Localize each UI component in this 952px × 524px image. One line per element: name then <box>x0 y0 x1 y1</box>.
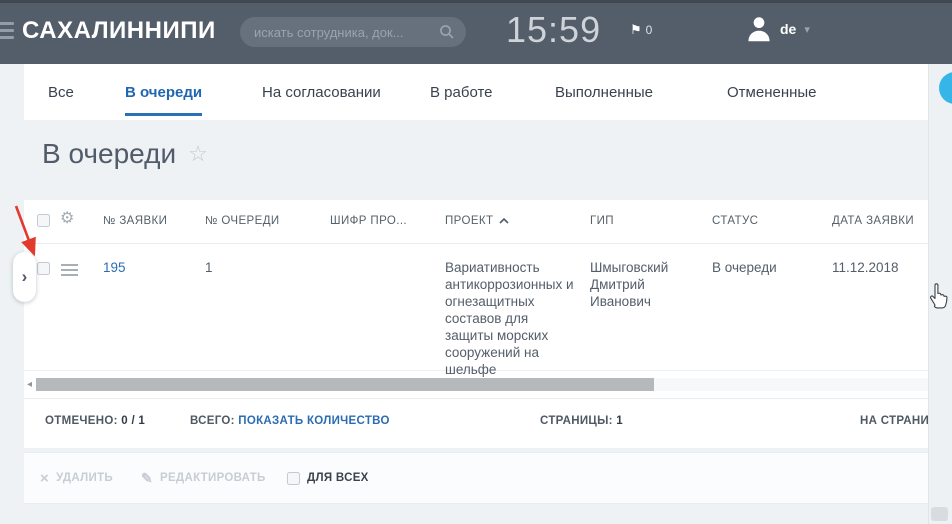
tab-on-approval[interactable]: На согласовании <box>262 64 381 120</box>
chevron-down-icon: ▾ <box>804 23 810 36</box>
pages-value: 1 <box>616 415 623 427</box>
checked-label: ОТМЕЧЕНО: <box>45 415 118 427</box>
user-menu[interactable]: de ▾ <box>746 15 810 43</box>
logo[interactable]: САХАЛИННИПИ <box>22 17 216 45</box>
row-actions-menu-icon[interactable] <box>61 264 78 279</box>
requests-grid: ⚙ № ЗАЯВКИ № ОЧЕРЕДИ ШИФР ПРО... ПРОЕКТ … <box>24 200 928 448</box>
tab-in-progress[interactable]: В работе <box>430 64 493 120</box>
sort-asc-icon <box>499 215 509 227</box>
edit-pencil-icon: ✎ <box>141 471 153 485</box>
column-cipher[interactable]: ШИФР ПРО... <box>330 215 407 227</box>
tab-completed[interactable]: Выполненные <box>555 64 653 120</box>
total-counter: ВСЕГО: ПОКАЗАТЬ КОЛИЧЕСТВО <box>190 415 390 427</box>
menu-icon[interactable] <box>0 22 14 43</box>
notification-count: 0 <box>646 23 653 37</box>
grid-header-row: ⚙ № ЗАЯВКИ № ОЧЕРЕДИ ШИФР ПРО... ПРОЕКТ … <box>24 200 928 244</box>
flag-icon: ⚑ <box>630 22 642 38</box>
chevron-right-icon: › <box>22 267 28 287</box>
scrollbar-track[interactable] <box>36 378 928 391</box>
right-gutter <box>928 64 952 524</box>
page-title-row: В очереди ☆ <box>42 138 208 170</box>
column-project[interactable]: ПРОЕКТ <box>445 215 509 227</box>
delete-button[interactable]: × УДАЛИТЬ <box>40 453 113 503</box>
tab-cancelled[interactable]: Отмененные <box>727 64 817 120</box>
show-count-link[interactable]: ПОКАЗАТЬ КОЛИЧЕСТВО <box>238 415 389 427</box>
table-row[interactable]: 195 1 Вариативность антикоррозионных и о… <box>24 245 928 371</box>
delete-label: УДАЛИТЬ <box>56 472 113 484</box>
delete-x-icon: × <box>40 471 49 486</box>
tab-label: Выполненные <box>555 84 653 101</box>
app-window: САХАЛИННИПИ 15:59 ⚑ 0 de ▾ Все В очереди… <box>0 0 952 524</box>
checked-value: 0 / 1 <box>121 415 145 427</box>
clock: 15:59 <box>506 9 601 51</box>
per-page-label[interactable]: НА СТРАНИЦ <box>860 415 928 427</box>
search-input[interactable] <box>254 17 432 47</box>
checked-counter: ОТМЕЧЕНО: 0 / 1 <box>45 415 145 427</box>
tab-label: В очереди <box>125 84 202 101</box>
user-name: de <box>780 21 796 37</box>
cell-status: В очереди <box>712 259 777 276</box>
bulk-actions-bar: × УДАЛИТЬ ✎ РЕДАКТИРОВАТЬ ДЛЯ ВСЕХ <box>24 452 928 504</box>
scrollbar-thumb[interactable] <box>36 378 654 391</box>
column-request-no[interactable]: № ЗАЯВКИ <box>103 215 167 227</box>
grid-settings-gear-icon[interactable]: ⚙ <box>60 211 74 227</box>
cell-request-no[interactable]: 195 <box>103 259 126 276</box>
row-checkbox[interactable] <box>37 262 50 275</box>
filter-tabs: Все В очереди На согласовании В работе В… <box>24 64 928 120</box>
column-status[interactable]: СТАТУС <box>712 215 758 227</box>
for-all-toggle[interactable]: ДЛЯ ВСЕХ <box>287 453 369 503</box>
cell-project: Вариативность антикоррозионных и огнезащ… <box>445 259 579 378</box>
edit-label: РЕДАКТИРОВАТЬ <box>160 472 266 484</box>
vertical-scrollbar-thumb[interactable] <box>931 507 948 521</box>
select-all-checkbox[interactable] <box>37 214 50 227</box>
scroll-left-icon[interactable]: ◂ <box>27 379 32 390</box>
edit-button[interactable]: ✎ РЕДАКТИРОВАТЬ <box>141 453 266 503</box>
cell-date: 11.12.2018 <box>832 259 899 276</box>
column-gip[interactable]: ГИП <box>590 215 614 227</box>
favorite-star-icon[interactable]: ☆ <box>188 141 208 167</box>
pages-counter: СТРАНИЦЫ: 1 <box>540 415 623 427</box>
for-all-checkbox[interactable] <box>287 472 300 485</box>
pages-label: СТРАНИЦЫ: <box>540 415 613 427</box>
tab-label: В работе <box>430 84 493 101</box>
top-header: САХАЛИННИПИ 15:59 ⚑ 0 de ▾ <box>0 0 952 64</box>
expand-panel-button[interactable]: › <box>13 252 36 302</box>
user-avatar-icon <box>746 15 772 43</box>
column-queue-no[interactable]: № ОЧЕРЕДИ <box>205 215 280 227</box>
search-box[interactable] <box>240 17 466 47</box>
grid-footer: ОТМЕЧЕНО: 0 / 1 ВСЕГО: ПОКАЗАТЬ КОЛИЧЕСТ… <box>24 400 928 448</box>
search-icon <box>439 24 455 40</box>
cell-gip: Шмыговский Дмитрий Иванович <box>590 259 702 310</box>
tab-label: На согласовании <box>262 84 381 101</box>
notifications-button[interactable]: ⚑ 0 <box>630 22 652 38</box>
tab-all[interactable]: Все <box>48 64 74 120</box>
page-title: В очереди <box>42 138 176 170</box>
horizontal-scrollbar: ◂ <box>24 372 928 399</box>
column-date[interactable]: ДАТА ЗАЯВКИ <box>832 215 914 227</box>
tab-in-queue[interactable]: В очереди <box>125 64 202 120</box>
column-project-label: ПРОЕКТ <box>445 215 493 227</box>
tab-label: Все <box>48 84 74 101</box>
tab-label: Отмененные <box>727 84 817 101</box>
for-all-label: ДЛЯ ВСЕХ <box>307 472 369 484</box>
total-label: ВСЕГО: <box>190 415 235 427</box>
cell-queue-no: 1 <box>205 259 213 276</box>
